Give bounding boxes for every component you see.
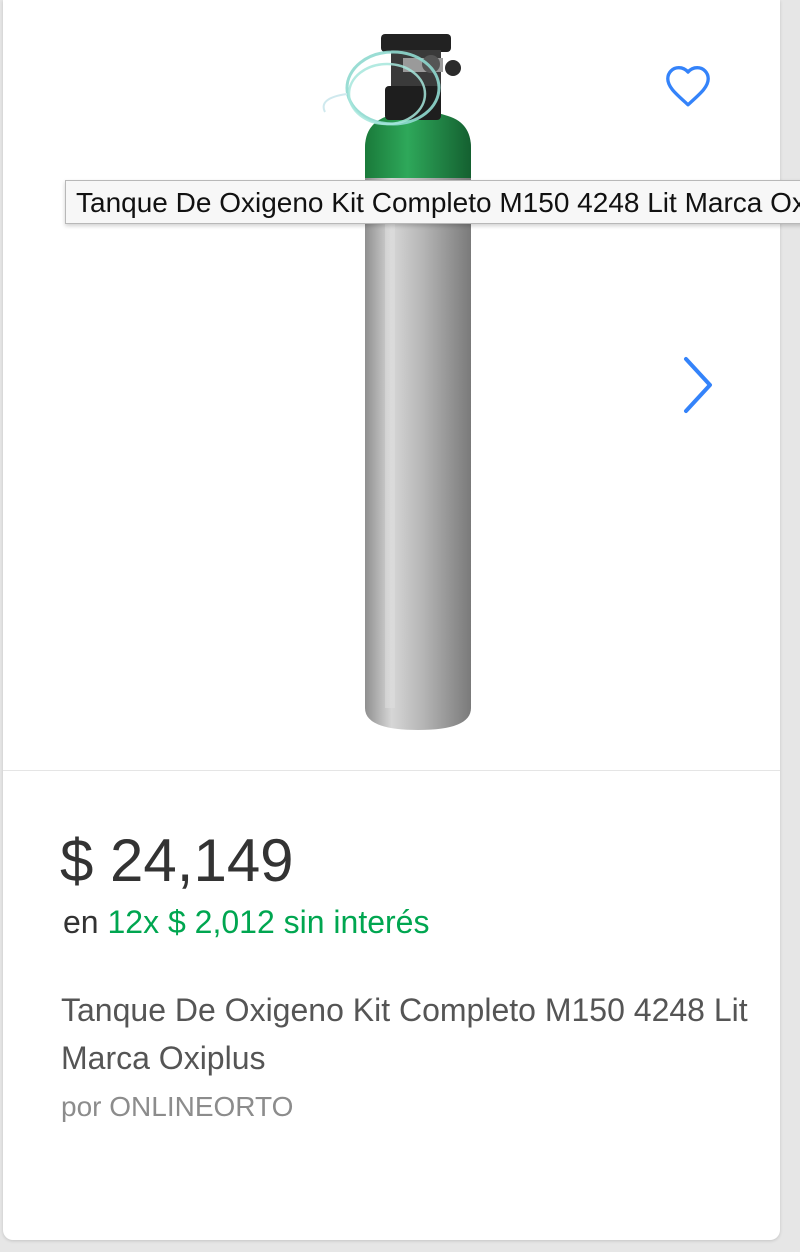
installments-info: en 12x $ 2,012 sin interés [63,902,429,942]
chevron-right-icon [684,357,712,413]
heart-outline-icon [666,66,710,107]
divider [3,770,780,771]
favorite-button[interactable] [658,55,718,115]
product-price: $ 24,149 [60,827,294,894]
product-image-carousel[interactable] [3,0,780,770]
product-title[interactable]: Tanque De Oxigeno Kit Completo M150 4248… [61,986,751,1082]
product-image[interactable] [313,28,483,733]
installments-offer: 12x $ 2,012 sin interés [107,904,430,940]
carousel-next-button[interactable] [668,345,728,425]
seller-name: por ONLINEORTO [61,1091,294,1122]
installments-prefix: en [63,904,99,940]
title-tooltip: Tanque De Oxigeno Kit Completo M150 4248… [65,180,800,224]
